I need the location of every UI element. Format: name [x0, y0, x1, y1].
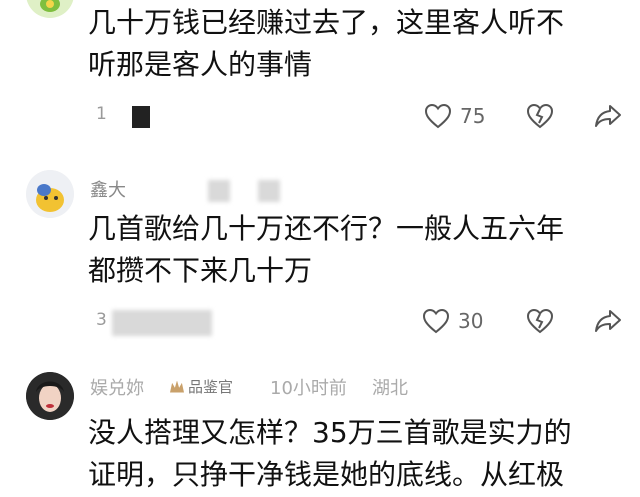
avatar[interactable] — [26, 372, 74, 420]
like-count: 30 — [458, 309, 484, 333]
meta-fragment: 1 — [96, 104, 107, 124]
comment-text: 几首歌给几十万还不行？一般人五六年 都攒不下来几十万 — [88, 208, 618, 292]
avatar-image — [26, 0, 74, 18]
redaction-block — [132, 106, 150, 128]
badge-label: 品鉴官 — [188, 378, 234, 396]
broken-heart-icon — [526, 308, 554, 334]
comment-time: 10小时前 — [270, 378, 347, 399]
share-button[interactable] — [594, 308, 622, 334]
share-button[interactable] — [594, 103, 622, 129]
avatar-image — [26, 170, 74, 218]
like-button[interactable]: 30 — [422, 308, 483, 334]
share-arrow-icon — [595, 105, 621, 127]
username[interactable]: 鑫大 — [90, 176, 126, 202]
avatar[interactable] — [26, 0, 74, 18]
like-count: 75 — [460, 104, 486, 128]
avatar[interactable] — [26, 170, 74, 218]
meta-fragment: 3 — [96, 310, 107, 330]
redaction-block — [208, 180, 230, 202]
heart-icon — [422, 308, 450, 334]
like-button[interactable]: 75 — [424, 103, 485, 129]
comment-text-line: 几十万钱已经赚过去了，这里客人听不 — [88, 6, 565, 39]
user-badge: 品鉴官 — [170, 376, 233, 397]
dislike-button[interactable] — [526, 103, 554, 129]
comment-text-line: 证明，只挣干净钱是她的底线。从红极 — [88, 458, 565, 491]
comment-text-line: 听那是客人的事情 — [88, 48, 313, 81]
heart-icon — [424, 103, 452, 129]
comment-text-line: 都攒不下来几十万 — [88, 254, 313, 287]
comment-text-line: 几首歌给几十万还不行？一般人五六年 — [88, 212, 565, 245]
comment-text-line: 没人搭理又怎样？35万三首歌是实力的 — [88, 416, 572, 449]
comment-meta: 1 — [96, 104, 107, 124]
redaction-block — [258, 180, 280, 202]
broken-heart-icon — [526, 103, 554, 129]
comment-meta: 3 — [96, 310, 107, 330]
comment-text: 没人搭理又怎样？35万三首歌是实力的 证明，只挣干净钱是她的底线。从红极 — [88, 412, 618, 496]
redaction-block — [112, 310, 212, 336]
crown-icon — [170, 380, 184, 393]
comment-location: 湖北 — [372, 378, 408, 399]
avatar-image — [26, 372, 74, 420]
share-arrow-icon — [595, 310, 621, 332]
username[interactable]: 娱兑妳 — [90, 374, 144, 400]
comment-text: 几十万钱已经赚过去了，这里客人听不 听那是客人的事情 — [88, 2, 618, 86]
dislike-button[interactable] — [526, 308, 554, 334]
